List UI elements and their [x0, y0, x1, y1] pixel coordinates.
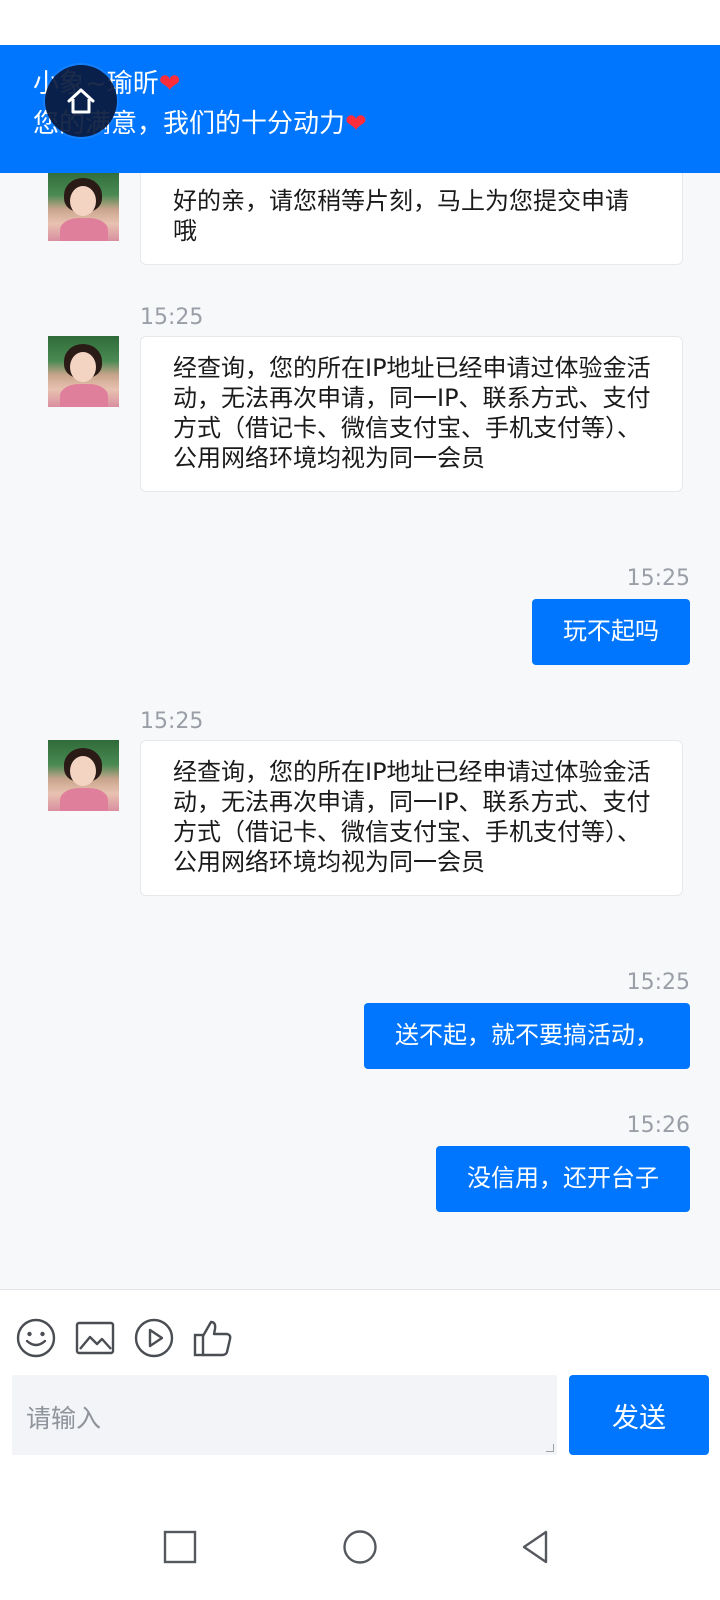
agent-avatar [48, 336, 119, 407]
image-icon[interactable] [73, 1316, 117, 1360]
incoming-message: 经查询，您的所在IP地址已经申请过体验金活动，无法再次申请，同一IP、联系方式、… [140, 336, 683, 492]
recents-square-icon[interactable] [162, 1529, 198, 1565]
emoji-icon[interactable] [14, 1316, 58, 1360]
incoming-message: 好的亲，请您稍等片刻，马上为您提交申请哦 [140, 173, 683, 265]
message-input[interactable]: 请输入 [12, 1375, 557, 1455]
heart-icon: ❤ [345, 109, 367, 139]
home-circle-icon[interactable] [342, 1529, 378, 1565]
message-timestamp: 15:26 [626, 1113, 690, 1138]
agent-avatar [48, 740, 119, 811]
heart-icon: ❤ [158, 69, 181, 99]
chat-screen: 小象~瑜昕❤ 您的满意，我们的十分动力❤ 好的亲，请您稍等片刻，马上为您提交申请… [0, 0, 720, 1600]
outgoing-message: 玩不起吗 [532, 599, 690, 665]
message-timestamp: 15:25 [626, 970, 690, 995]
system-nav-bar [0, 1479, 720, 1600]
home-icon [67, 88, 95, 114]
incoming-message: 经查询，您的所在IP地址已经申请过体验金活动，无法再次申请，同一IP、联系方式、… [140, 740, 683, 896]
message-list[interactable]: 好的亲，请您稍等片刻，马上为您提交申请哦 15:25 经查询，您的所在IP地址已… [0, 173, 720, 1289]
outgoing-message: 送不起，就不要搞活动， [364, 1003, 690, 1069]
message-timestamp: 15:25 [140, 305, 204, 330]
input-panel: 请输入 发送 [0, 1289, 720, 1479]
video-icon[interactable] [132, 1316, 176, 1360]
message-timestamp: 15:25 [140, 709, 204, 734]
floating-home-button[interactable] [45, 65, 117, 137]
message-timestamp: 15:25 [626, 566, 690, 591]
agent-avatar [48, 173, 119, 241]
back-triangle-icon[interactable] [518, 1529, 554, 1565]
resize-grip-icon [546, 1444, 554, 1452]
thumbs-up-icon[interactable] [191, 1316, 235, 1360]
send-button[interactable]: 发送 [569, 1375, 709, 1455]
status-bar [0, 0, 720, 45]
outgoing-message: 没信用，还开台子 [436, 1146, 690, 1212]
